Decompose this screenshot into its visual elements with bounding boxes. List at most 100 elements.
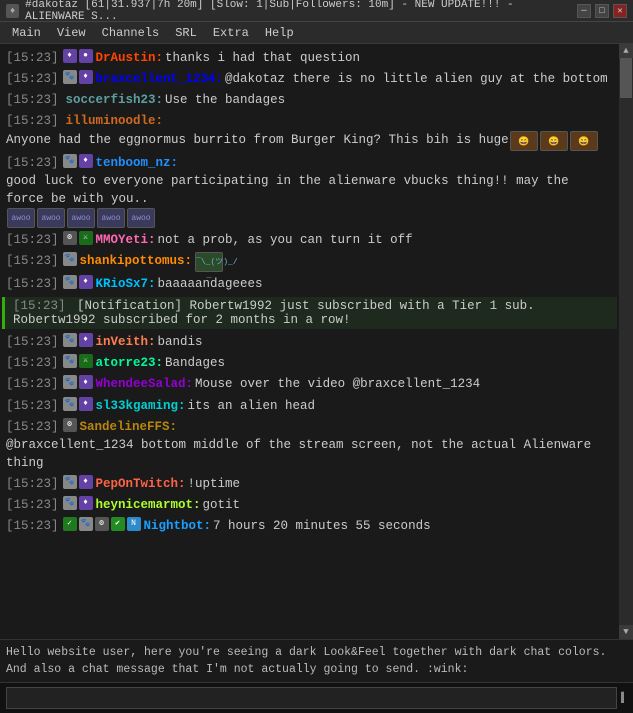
badge-list: 🐾 ♦ xyxy=(63,70,93,84)
scroll-down-button[interactable]: ▼ xyxy=(619,625,633,639)
timestamp: [15:23] xyxy=(6,333,59,351)
message-text: bandis xyxy=(158,333,203,351)
emote-awoo-1: awoo xyxy=(7,208,35,228)
title-bar-text: #dakotaz [61|31.937|7h 20m] [Slow: 1|Sub… xyxy=(25,0,577,23)
input-area: ▌ xyxy=(0,682,633,713)
menu-channels[interactable]: Channels xyxy=(94,25,168,41)
username[interactable]: MMOYeti: xyxy=(96,231,156,249)
badge-sub: ♦ xyxy=(79,275,93,289)
list-item: [15:23] 🐾 ♦ WhendeeSalad: Mouse over the… xyxy=(2,374,617,394)
list-item: [15:23] 🐾 ♦ tenboom_nz: good luck to eve… xyxy=(2,153,617,229)
scroll-up-button[interactable]: ▲ xyxy=(619,44,633,58)
emote-shrug: ¯\_(ツ)_/¯ xyxy=(195,252,223,272)
username[interactable]: DrAustin: xyxy=(96,49,164,67)
timestamp: [15:23] xyxy=(6,496,59,514)
badge-mod: ⚔ xyxy=(79,354,93,368)
username[interactable]: braxcellent_1234: xyxy=(96,70,224,88)
list-item: [15:23] 🐾 ♦ PepOnTwitch: !uptime xyxy=(2,474,617,494)
badge-list: ✓ 🐾 ⚙ ✔ N xyxy=(63,517,141,531)
emote-awoo-3: awoo xyxy=(67,208,95,228)
list-item: [15:23] ♦ ● DrAustin: thanks i had that … xyxy=(2,48,617,68)
badge-list: 🐾 ♦ xyxy=(63,333,93,347)
badge-sub: ♦ xyxy=(79,475,93,489)
timestamp: [15:23] xyxy=(6,91,59,109)
timestamp: [15:23] xyxy=(6,231,59,249)
badge-list: ⚙ xyxy=(63,418,77,432)
timestamp: [15:23] xyxy=(6,517,59,535)
app-icon: ♦ xyxy=(6,4,19,18)
username[interactable]: shankipottomus: xyxy=(80,252,193,270)
message-text: Use the bandages xyxy=(165,91,285,109)
list-item: [15:23] 🐾 ♦ inVeith: bandis xyxy=(2,332,617,352)
username[interactable]: atorre23: xyxy=(96,354,164,372)
username[interactable]: Nightbot: xyxy=(144,517,212,535)
username[interactable]: sl33kgaming: xyxy=(96,397,186,415)
menu-srl[interactable]: SRL xyxy=(167,25,205,41)
badge-paw: 🐾 xyxy=(63,397,77,411)
badge-list: 🐾 ♦ xyxy=(63,154,93,168)
badge-sub: ♦ xyxy=(79,154,93,168)
title-bar-controls: ─ □ ✕ xyxy=(577,4,627,18)
message-text: 7 hours 20 minutes 55 seconds xyxy=(213,517,431,535)
cursor-indicator: ▌ xyxy=(621,693,627,704)
menu-view[interactable]: View xyxy=(49,25,94,41)
badge-list: 🐾 ⚔ xyxy=(63,354,93,368)
badge-paw: 🐾 xyxy=(63,275,77,289)
badge-bot: N xyxy=(127,517,141,531)
emote-awoo-5: awoo xyxy=(127,208,155,228)
chat-input[interactable] xyxy=(6,687,617,709)
username[interactable]: soccerfish23: xyxy=(66,91,164,109)
list-item: [15:23] ⚙ ⚔ MMOYeti: not a prob, as you … xyxy=(2,230,617,250)
close-button[interactable]: ✕ xyxy=(613,4,627,18)
badge-gear: ⚙ xyxy=(95,517,109,531)
list-item: [15:23] 🐾 ♦ heynicemarmot: gotit xyxy=(2,495,617,515)
menu-help[interactable]: Help xyxy=(257,25,302,41)
badge-paw: 🐾 xyxy=(63,475,77,489)
message-text: baaaaandageees xyxy=(158,275,263,293)
username[interactable]: PepOnTwitch: xyxy=(96,475,186,493)
emote-awoo-4: awoo xyxy=(97,208,125,228)
list-item: [15:23] 🐾 ♦ KRioSx7: baaaaandageees xyxy=(2,274,617,294)
maximize-button[interactable]: □ xyxy=(595,4,609,18)
username[interactable]: illuminoodle: xyxy=(66,112,164,130)
username[interactable]: heynicemarmot: xyxy=(96,496,201,514)
username[interactable]: WhendeeSalad: xyxy=(96,375,194,393)
timestamp: [15:23] xyxy=(6,475,59,493)
timestamp: [15:23] xyxy=(6,275,59,293)
menu-extra[interactable]: Extra xyxy=(205,25,257,41)
username[interactable]: inVeith: xyxy=(96,333,156,351)
list-item: [15:23] illuminoodle: Anyone had the egg… xyxy=(2,111,617,151)
badge-sub: ♦ xyxy=(79,397,93,411)
list-item: [15:23] soccerfish23: Use the bandages xyxy=(2,90,617,110)
message-text: not a prob, as you can turn it off xyxy=(158,231,413,249)
timestamp: [15:23] xyxy=(6,252,59,270)
list-item: [15:23] 🐾 shankipottomus: ¯\_(ツ)_/¯ xyxy=(2,251,617,273)
timestamp: [15:23] xyxy=(6,375,59,393)
badge-list: 🐾 ♦ xyxy=(63,275,93,289)
list-item: [15:23] 🐾 ♦ braxcellent_1234: @dakotaz t… xyxy=(2,69,617,89)
badge-prime: ● xyxy=(79,49,93,63)
timestamp: [15:23] xyxy=(6,70,59,88)
badge-paw: 🐾 xyxy=(63,375,77,389)
scrollbar-thumb[interactable] xyxy=(620,58,632,98)
list-item: [15:23] 🐾 ⚔ atorre23: Bandages xyxy=(2,353,617,373)
emote-awoo-2: awoo xyxy=(37,208,65,228)
scrollbar-track xyxy=(619,58,633,625)
username[interactable]: tenboom_nz: xyxy=(96,154,179,172)
emote-face1: 😄 xyxy=(510,131,538,151)
message-text: Bandages xyxy=(165,354,225,372)
badge-list: 🐾 ♦ xyxy=(63,397,93,411)
chat-area[interactable]: [15:23] ♦ ● DrAustin: thanks i had that … xyxy=(0,44,619,639)
timestamp: [15:23] xyxy=(6,354,59,372)
username[interactable]: KRioSx7: xyxy=(96,275,156,293)
message-text: good luck to everyone participating in t… xyxy=(6,172,613,208)
badge-list: 🐾 ♦ xyxy=(63,475,93,489)
message-text: gotit xyxy=(203,496,241,514)
minimize-button[interactable]: ─ xyxy=(577,4,591,18)
username[interactable]: SandelineFFS: xyxy=(80,418,178,436)
message-text: Anyone had the eggnormus burrito from Bu… xyxy=(6,131,509,149)
menu-main[interactable]: Main xyxy=(4,25,49,41)
badge-sub: ♦ xyxy=(63,49,77,63)
badge-sub: ♦ xyxy=(79,70,93,84)
timestamp: [15:23] xyxy=(6,49,59,67)
